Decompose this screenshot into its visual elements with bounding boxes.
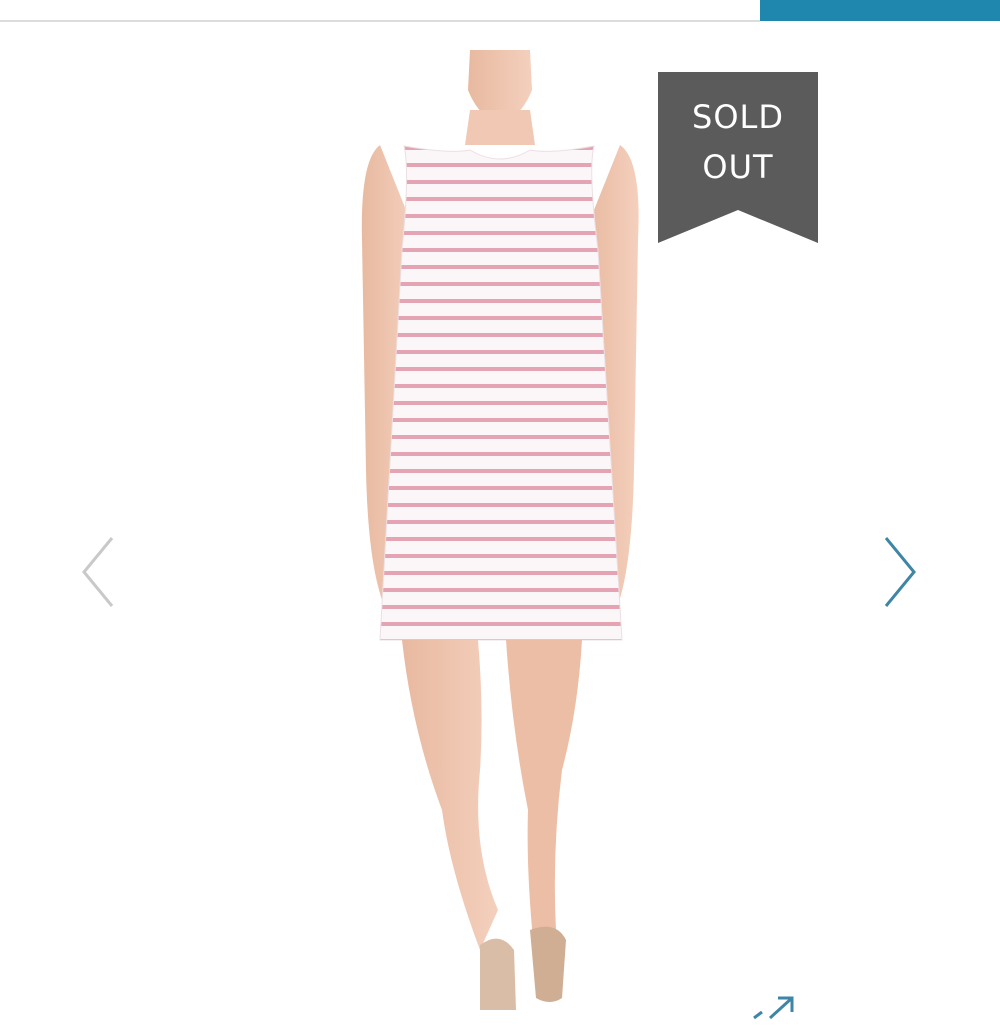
chevron-left-icon	[82, 537, 114, 607]
badge-line-out: OUT	[702, 148, 774, 186]
expand-arrow-icon	[753, 996, 794, 1020]
previous-image-button[interactable]	[78, 532, 118, 612]
product-image-gallery[interactable]: SOLD OUT	[0, 22, 1000, 1020]
badge-line-sold: SOLD	[692, 98, 784, 136]
sold-out-badge: SOLD OUT	[658, 72, 818, 243]
chevron-right-icon	[884, 537, 916, 607]
header-accent-tab[interactable]	[760, 0, 1000, 21]
expand-image-button[interactable]	[748, 992, 798, 1022]
next-image-button[interactable]	[880, 532, 920, 612]
product-photo	[361, 50, 639, 1010]
